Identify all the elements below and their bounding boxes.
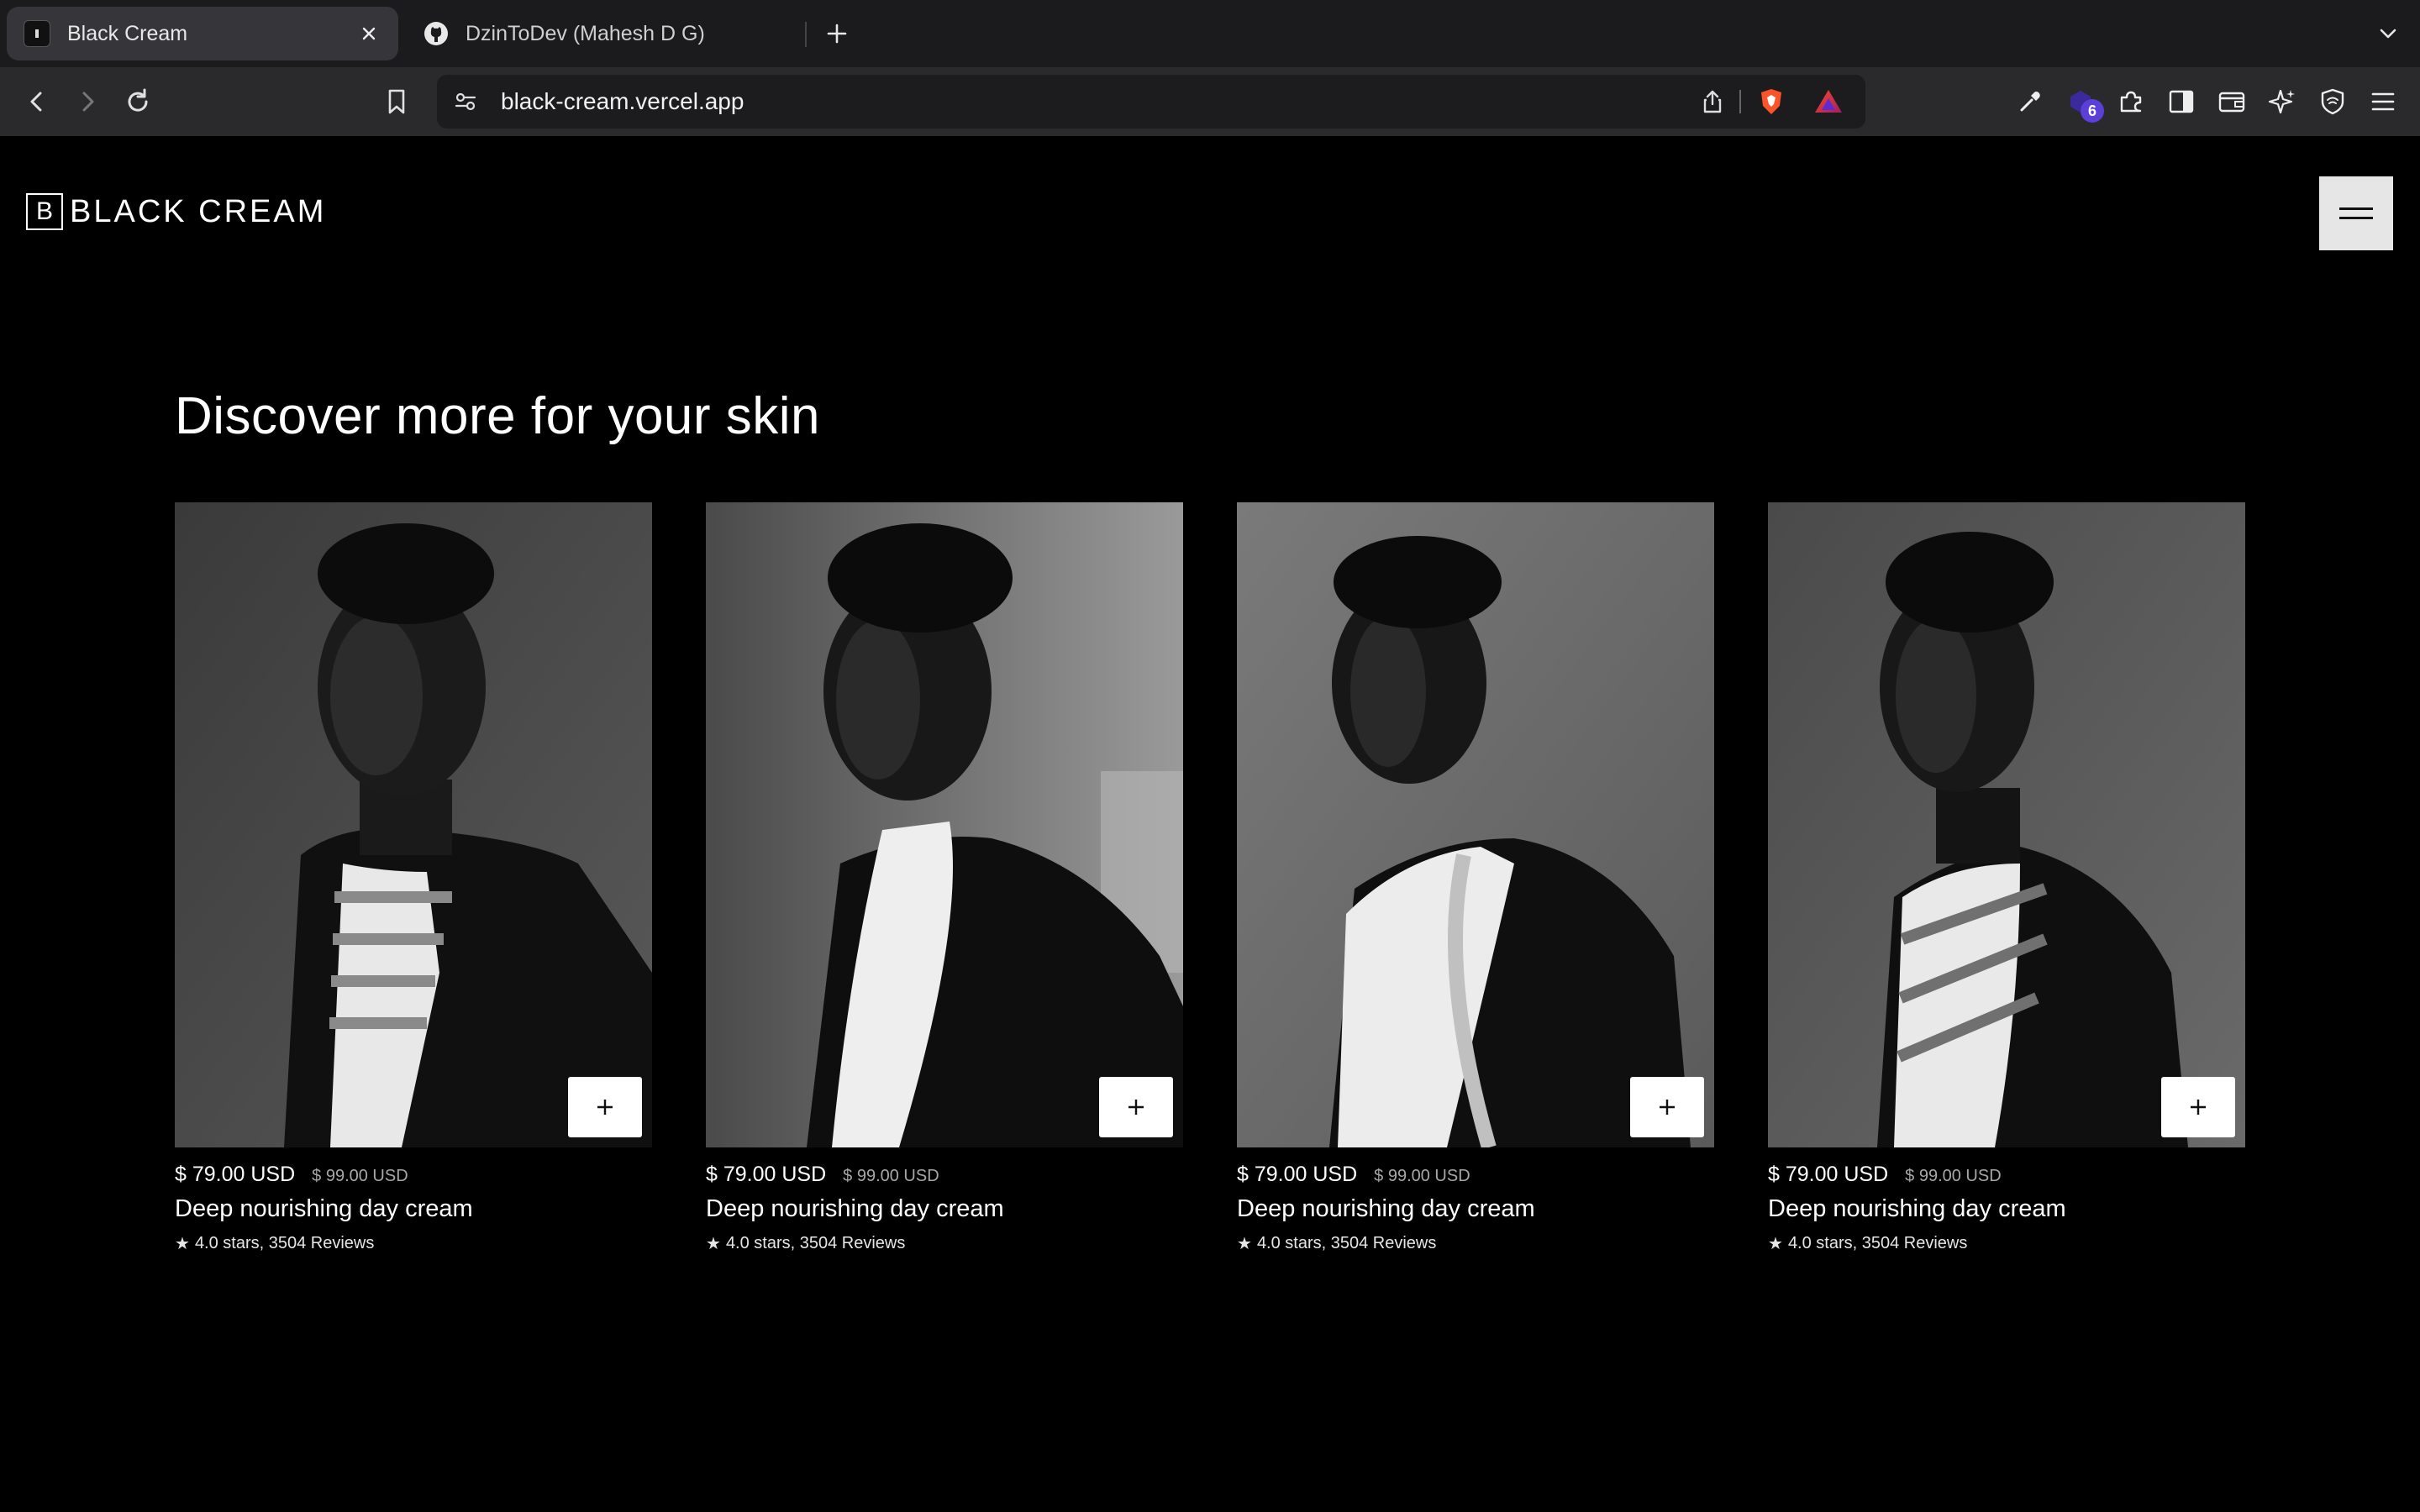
browser-chrome: Black Cream DzinToDev (Mahesh D G) black…	[0, 0, 2420, 136]
price-row: $ 79.00 USD $ 99.00 USD	[175, 1163, 652, 1187]
price-row: $ 79.00 USD $ 99.00 USD	[1237, 1163, 1714, 1187]
plus-icon	[2191, 1100, 2206, 1115]
star-icon: ★	[1237, 1235, 1252, 1253]
hamburger-icon	[2339, 207, 2373, 219]
original-price: $ 99.00 USD	[843, 1167, 939, 1185]
rating-text: 4.0 stars, 3504 Reviews	[725, 1234, 906, 1252]
product-card[interactable]: $ 79.00 USD $ 99.00 USD Deep nourishing …	[706, 502, 1183, 1254]
logo-mark: B	[26, 193, 63, 230]
product-name[interactable]: Deep nourishing day cream	[1237, 1195, 1714, 1223]
rating: ★ 4.0 stars, 3504 Reviews	[1768, 1233, 2245, 1254]
plus-icon	[1128, 1100, 1144, 1115]
rating-text: 4.0 stars, 3504 Reviews	[1256, 1234, 1437, 1252]
url-text[interactable]: black-cream.vercel.app	[501, 75, 744, 129]
tab-title: Black Cream	[67, 21, 188, 45]
add-to-cart-button[interactable]	[1099, 1077, 1173, 1137]
tab-divider	[805, 22, 807, 47]
price-row: $ 79.00 USD $ 99.00 USD	[1768, 1163, 2245, 1187]
original-price: $ 99.00 USD	[1374, 1167, 1470, 1185]
plus-icon	[1660, 1100, 1675, 1115]
browser-toolbar: black-cream.vercel.app 6	[0, 67, 2420, 136]
star-icon: ★	[175, 1235, 190, 1253]
rating: ★ 4.0 stars, 3504 Reviews	[175, 1233, 652, 1254]
browser-menu-icon[interactable]	[2366, 85, 2400, 118]
site-settings-icon[interactable]	[449, 85, 482, 118]
original-price: $ 99.00 USD	[312, 1167, 408, 1185]
site-logo[interactable]: B BLACK CREAM	[26, 193, 326, 230]
tab-black-cream[interactable]: Black Cream	[7, 7, 398, 60]
chevron-down-icon[interactable]	[2371, 17, 2405, 50]
back-icon[interactable]	[20, 85, 54, 118]
color-picker-icon[interactable]	[2013, 85, 2047, 118]
original-price: $ 99.00 USD	[1905, 1167, 2002, 1185]
product-card[interactable]: $ 79.00 USD $ 99.00 USD Deep nourishing …	[1237, 502, 1714, 1254]
rating: ★ 4.0 stars, 3504 Reviews	[1237, 1233, 1714, 1254]
product-image[interactable]	[1237, 502, 1714, 1147]
price: $ 79.00 USD	[175, 1163, 296, 1186]
star-icon: ★	[706, 1235, 721, 1253]
product-name[interactable]: Deep nourishing day cream	[1768, 1195, 2245, 1223]
extensions-puzzle-icon[interactable]	[2114, 85, 2148, 118]
forward-icon[interactable]	[71, 85, 104, 118]
share-icon[interactable]	[1696, 85, 1729, 118]
tab-strip: Black Cream DzinToDev (Mahesh D G)	[0, 0, 2420, 67]
plus-icon	[597, 1100, 613, 1115]
tab-dzintodev[interactable]: DzinToDev (Mahesh D G)	[407, 7, 802, 60]
address-bar-divider	[1739, 90, 1741, 113]
close-tab-icon[interactable]	[356, 21, 381, 46]
page-content: B BLACK CREAM Discover more for your ski…	[0, 136, 2420, 1512]
add-to-cart-button[interactable]	[568, 1077, 642, 1137]
reload-icon[interactable]	[121, 85, 155, 118]
leo-ai-icon[interactable]	[2265, 85, 2299, 118]
new-tab-icon[interactable]	[820, 17, 854, 50]
product-name[interactable]: Deep nourishing day cream	[706, 1195, 1183, 1223]
add-to-cart-button[interactable]	[2161, 1077, 2235, 1137]
rating-text: 4.0 stars, 3504 Reviews	[194, 1234, 375, 1252]
rating-text: 4.0 stars, 3504 Reviews	[1787, 1234, 1968, 1252]
product-image[interactable]	[175, 502, 652, 1147]
section-heading: Discover more for your skin	[175, 387, 821, 445]
product-card[interactable]: $ 79.00 USD $ 99.00 USD Deep nourishing …	[1768, 502, 2245, 1254]
github-icon	[424, 21, 449, 46]
menu-button[interactable]	[2319, 176, 2393, 250]
brand-name: BLACK CREAM	[70, 193, 327, 229]
tab-title: DzinToDev (Mahesh D G)	[466, 21, 705, 45]
wallet-icon[interactable]	[2215, 85, 2249, 118]
product-image[interactable]	[706, 502, 1183, 1147]
bookmark-icon[interactable]	[380, 85, 413, 118]
price-row: $ 79.00 USD $ 99.00 USD	[706, 1163, 1183, 1187]
address-bar[interactable]: black-cream.vercel.app	[437, 75, 1865, 129]
price: $ 79.00 USD	[1237, 1163, 1358, 1186]
brave-shields-icon[interactable]	[1754, 85, 1788, 118]
product-grid: $ 79.00 USD $ 99.00 USD Deep nourishing …	[175, 502, 2245, 1258]
product-card[interactable]: $ 79.00 USD $ 99.00 USD Deep nourishing …	[175, 502, 652, 1254]
price: $ 79.00 USD	[1768, 1163, 1889, 1186]
product-name[interactable]: Deep nourishing day cream	[175, 1195, 652, 1223]
vpn-shield-icon[interactable]	[2316, 85, 2349, 118]
rating: ★ 4.0 stars, 3504 Reviews	[706, 1233, 1183, 1254]
extension-count-badge: 6	[2081, 99, 2104, 123]
product-image[interactable]	[1768, 502, 2245, 1147]
black-cream-favicon-icon	[24, 20, 50, 47]
add-to-cart-button[interactable]	[1630, 1077, 1704, 1137]
sidebar-toggle-icon[interactable]	[2165, 85, 2198, 118]
brave-rewards-icon[interactable]	[1812, 85, 1845, 118]
star-icon: ★	[1768, 1235, 1783, 1253]
price: $ 79.00 USD	[706, 1163, 827, 1186]
